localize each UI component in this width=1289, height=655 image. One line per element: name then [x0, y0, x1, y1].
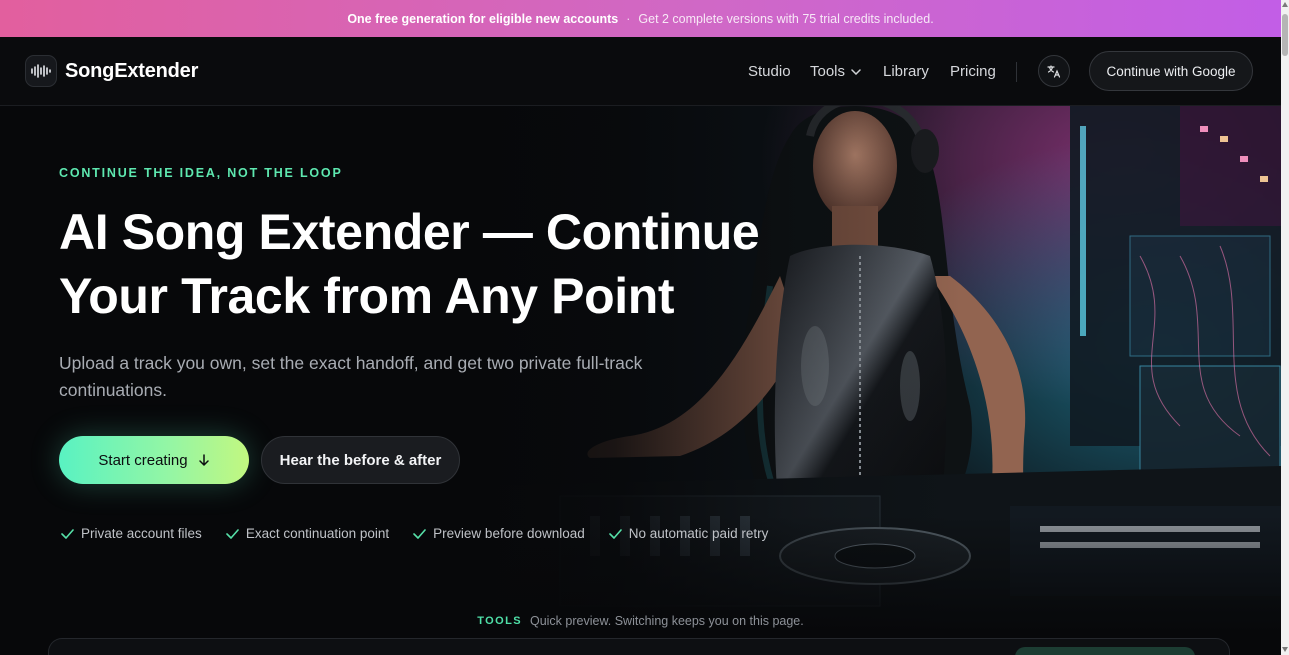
feature-checklist: Private account files Exact continuation…: [61, 526, 792, 541]
nav-link-library[interactable]: Library: [883, 37, 929, 106]
hero-title-line-2: Your Track from Any Point: [59, 268, 675, 324]
feature-check-label: Preview before download: [433, 526, 585, 541]
continue-with-google-button[interactable]: Continue with Google: [1089, 51, 1253, 91]
feature-check-label: No automatic paid retry: [628, 526, 769, 541]
waveform-icon: [25, 55, 57, 87]
chevron-down-icon: [851, 68, 861, 75]
feature-check-item: Preview before download: [413, 526, 585, 541]
nav-link-pricing[interactable]: Pricing: [950, 37, 996, 106]
language-button[interactable]: [1038, 55, 1070, 87]
nav-link-tools[interactable]: Tools: [810, 37, 861, 106]
tools-tag: TOOLS: [477, 615, 522, 627]
scroll-down-arrow-icon[interactable]: [1282, 647, 1288, 652]
hero-subtitle: Upload a track you own, set the exact ha…: [59, 353, 643, 400]
check-icon: [413, 528, 426, 539]
nav-link-tools-label: Tools: [810, 63, 846, 80]
nav-link-library-label: Library: [883, 63, 929, 80]
nav-link-studio-label: Studio: [748, 63, 791, 80]
promo-banner-separator: ·: [626, 11, 631, 26]
hero-title-line-1: AI Song Extender — Continue: [59, 204, 760, 260]
start-creating-button[interactable]: Start creating: [59, 436, 249, 484]
hero-title: AI Song Extender — Continue Your Track f…: [59, 200, 819, 328]
feature-check-item: Exact continuation point: [226, 526, 389, 541]
nav-divider: [1016, 62, 1017, 82]
scroll-up-arrow-icon[interactable]: [1282, 2, 1288, 7]
nav-link-studio[interactable]: Studio: [748, 37, 791, 106]
top-navigation: SongExtender Studio Tools Library Pricin…: [0, 37, 1281, 106]
brand-logo-link[interactable]: SongExtender: [25, 55, 198, 87]
feature-check-item: No automatic paid retry: [608, 526, 769, 541]
tools-panel-tab[interactable]: [1015, 647, 1195, 655]
tools-strip: TOOLS Quick preview. Switching keeps you…: [0, 614, 1281, 628]
check-icon: [608, 528, 622, 539]
scrollbar-thumb[interactable]: [1282, 14, 1288, 56]
arrow-down-icon: [198, 453, 209, 466]
tools-note: Quick preview. Switching keeps you on th…: [529, 614, 804, 628]
nav-link-pricing-label: Pricing: [950, 63, 996, 80]
page-scrollbar[interactable]: [1281, 0, 1289, 655]
check-icon: [226, 528, 239, 539]
feature-check-label: Private account files: [81, 526, 202, 541]
feature-check-item: Private account files: [61, 526, 202, 541]
promo-banner-detail: Get 2 complete versions with 75 trial cr…: [638, 11, 934, 26]
hero-section: CONTINUE THE IDEA, NOT THE LOOP AI Song …: [0, 106, 1281, 655]
feature-check-label: Exact continuation point: [245, 526, 390, 541]
brand-name: SongExtender: [65, 59, 199, 82]
hear-before-after-button[interactable]: Hear the before & after: [261, 436, 460, 484]
translate-icon: [1047, 65, 1061, 78]
promo-banner: One free generation for eligible new acc…: [0, 0, 1281, 37]
promo-banner-highlight: One free generation for eligible new acc…: [347, 11, 619, 26]
check-icon: [61, 528, 74, 539]
hero-eyebrow: CONTINUE THE IDEA, NOT THE LOOP: [59, 166, 343, 180]
start-creating-label: Start creating: [98, 451, 188, 469]
